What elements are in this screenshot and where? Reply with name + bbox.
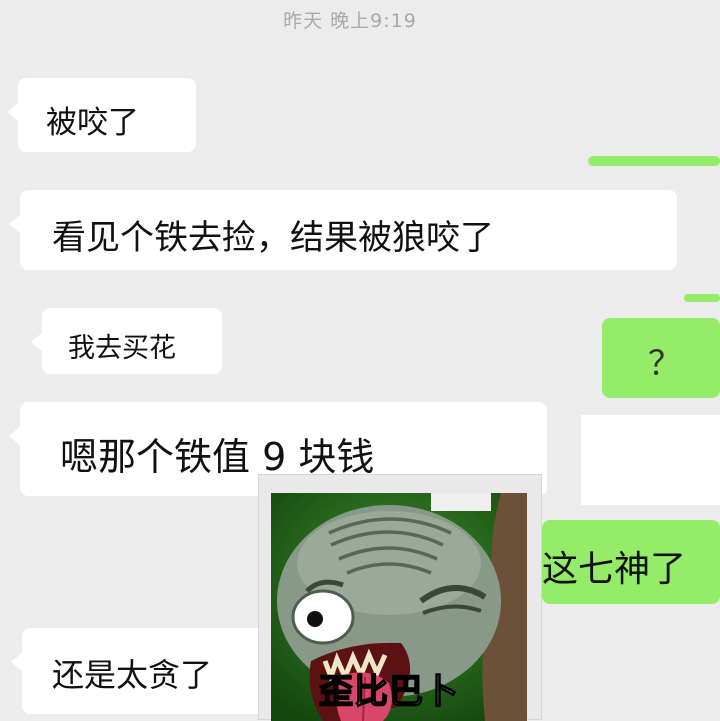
partial-outgoing-bubble	[588, 156, 720, 166]
partial-outgoing-bubble	[684, 294, 720, 302]
zombie-sticker-image: 歪比巴卜	[271, 493, 527, 721]
message-bubble-incoming[interactable]: 看见个铁去捡，结果被狼咬了	[9, 190, 677, 270]
message-bubble-outgoing[interactable]: ？	[602, 318, 720, 398]
background-panel	[581, 415, 720, 505]
chat-timestamp: 昨天 晚上9:19	[283, 10, 417, 32]
zombie-sticker[interactable]: 歪比巴卜	[258, 474, 542, 721]
message-bubble-incoming[interactable]: 我去买花	[31, 308, 222, 374]
sticker-caption: 歪比巴卜	[318, 671, 459, 713]
message-bubble-outgoing[interactable]: 这七神了	[542, 520, 720, 604]
message-bubble-incoming[interactable]: 还是太贪了	[11, 628, 272, 714]
message-bubble-incoming[interactable]: 被咬了	[7, 78, 196, 152]
